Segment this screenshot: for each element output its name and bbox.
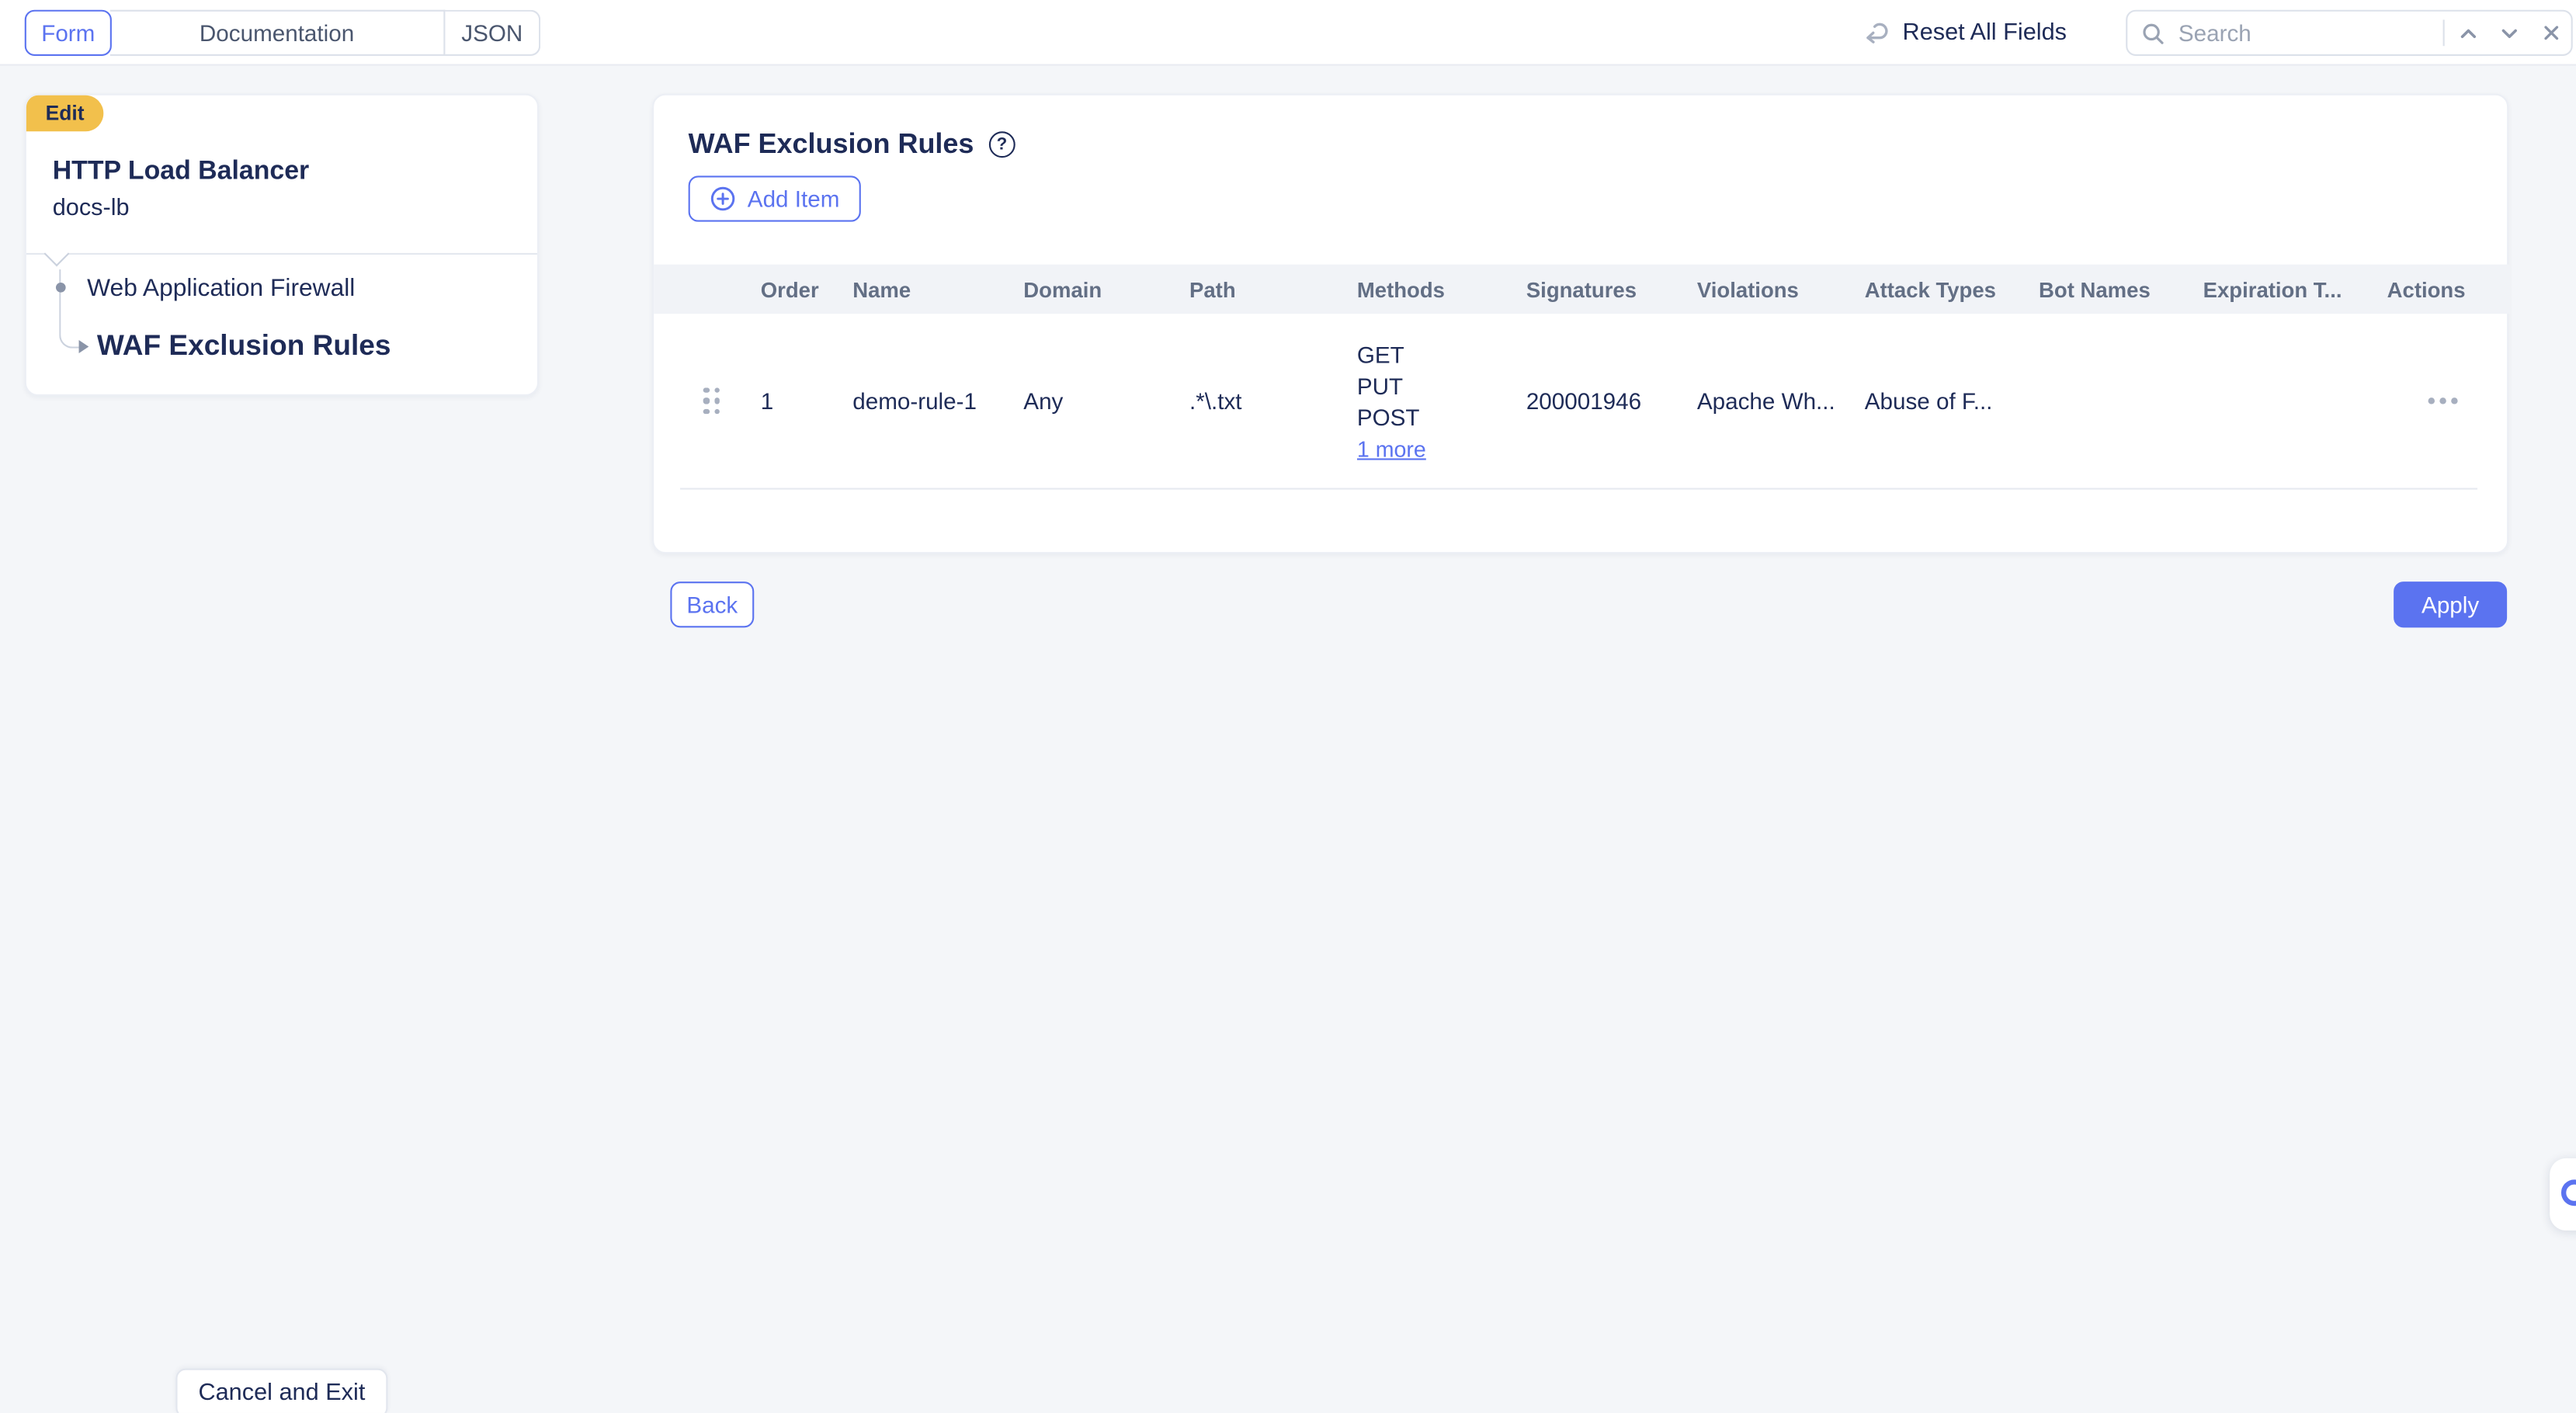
cell-methods: GET PUT POST 1 more <box>1357 314 1526 465</box>
toolbar-right-group: Reset All Fields <box>1862 0 2573 66</box>
help-icon[interactable]: ? <box>988 131 1015 158</box>
method-get: GET <box>1357 340 1526 371</box>
column-header-bot-names: Bot Names <box>2039 277 2203 302</box>
sidebar-divider <box>26 253 537 255</box>
apply-button[interactable]: Apply <box>2394 582 2507 627</box>
cell-signatures: 200001946 <box>1526 387 1697 414</box>
column-header-actions: Actions <box>2387 277 2511 302</box>
drag-handle[interactable] <box>654 387 761 415</box>
undo-icon <box>1862 19 1890 47</box>
cell-domain: Any <box>1023 387 1189 414</box>
cell-attack-types: Abuse of F... <box>1865 387 2039 414</box>
object-name: docs-lb <box>53 196 130 222</box>
sidebar-item-waf-exclusion-rules[interactable]: WAF Exclusion Rules <box>97 328 391 363</box>
column-header-path: Path <box>1189 277 1357 302</box>
cell-violations: Apache Wh... <box>1697 387 1865 414</box>
search-input[interactable] <box>2175 18 2443 47</box>
cell-actions <box>2387 394 2511 408</box>
tree-bullet-icon <box>55 283 65 293</box>
top-toolbar: Form Documentation JSON Reset All Fields <box>0 0 2576 66</box>
table-row: 1 demo-rule-1 Any .*\.txt GET PUT POST 1… <box>654 314 2510 488</box>
collapse-notch-icon[interactable] <box>44 241 70 266</box>
help-widget[interactable] <box>2550 1158 2576 1231</box>
column-header-name: Name <box>852 277 1023 302</box>
search-close-button[interactable] <box>2530 12 2571 54</box>
search-icon <box>2140 20 2165 45</box>
tab-form[interactable]: Form <box>25 10 112 56</box>
search-divider <box>2443 19 2445 46</box>
sidebar-item-web-application-firewall[interactable]: Web Application Firewall <box>87 274 355 302</box>
table-header: Order Name Domain Path Methods Signature… <box>654 265 2510 314</box>
add-item-label: Add Item <box>748 186 840 212</box>
column-header-signatures: Signatures <box>1526 277 1697 302</box>
drag-dots-icon <box>703 387 761 415</box>
sidebar: Edit HTTP Load Balancer docs-lb Web Appl… <box>25 94 539 396</box>
row-divider <box>680 488 2477 489</box>
reset-all-fields-button[interactable]: Reset All Fields <box>1862 19 2067 47</box>
tree-connector <box>59 269 78 349</box>
column-header-attack-types: Attack Types <box>1865 277 2039 302</box>
plus-circle-icon <box>710 186 736 212</box>
back-button[interactable]: Back <box>670 582 754 627</box>
main-panel: WAF Exclusion Rules ? Add Item Order Nam… <box>652 94 2508 554</box>
search-container <box>2126 10 2573 56</box>
search-prev-button[interactable] <box>2448 12 2489 54</box>
method-put: PUT <box>1357 371 1526 402</box>
tab-json[interactable]: JSON <box>445 10 540 56</box>
mode-badge: Edit <box>26 95 103 132</box>
column-header-order: Order <box>761 277 852 302</box>
column-header-domain: Domain <box>1023 277 1189 302</box>
cell-order: 1 <box>761 387 852 414</box>
page-title: WAF Exclusion Rules <box>689 128 974 161</box>
column-header-violations: Violations <box>1697 277 1865 302</box>
object-type-title: HTTP Load Balancer <box>53 158 310 187</box>
tab-documentation[interactable]: Documentation <box>110 10 446 56</box>
active-item-arrow-icon <box>79 340 89 353</box>
column-header-methods: Methods <box>1357 277 1526 302</box>
chevron-up-icon <box>2458 23 2480 44</box>
column-header-expiration: Expiration T... <box>2203 277 2387 302</box>
chevron-down-icon <box>2499 23 2521 44</box>
app-root: Form Documentation JSON Reset All Fields <box>0 0 2576 1413</box>
add-item-button[interactable]: Add Item <box>689 175 861 221</box>
cancel-and-exit-button[interactable]: Cancel and Exit <box>175 1369 387 1413</box>
method-post: POST <box>1357 402 1526 433</box>
search-next-button[interactable] <box>2489 12 2530 54</box>
close-icon <box>2541 23 2560 43</box>
section-heading-row: WAF Exclusion Rules ? <box>689 128 1015 161</box>
chat-icon <box>2561 1179 2576 1206</box>
cell-name: demo-rule-1 <box>852 387 1023 414</box>
view-mode-tabs: Form Documentation JSON <box>25 10 540 56</box>
reset-all-fields-label: Reset All Fields <box>1903 19 2067 46</box>
cell-path: .*\.txt <box>1189 387 1357 414</box>
methods-more-link[interactable]: 1 more <box>1357 437 1426 462</box>
row-actions-button[interactable] <box>2425 394 2461 408</box>
